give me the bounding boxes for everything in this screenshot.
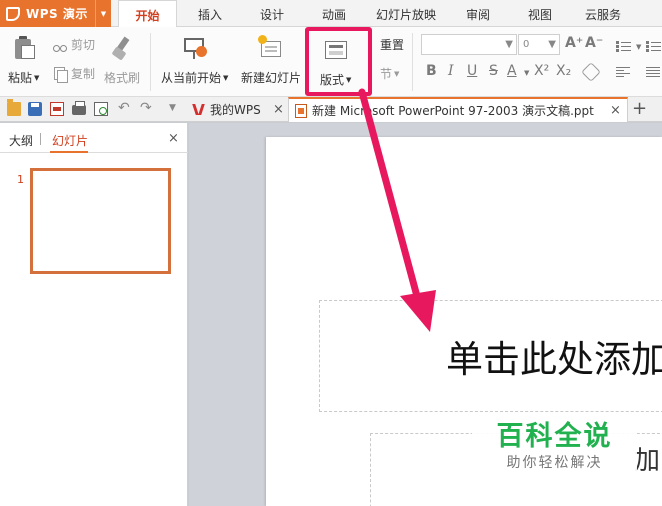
tab-view[interactable]: 视图 [518, 0, 562, 27]
paste-button[interactable]: 粘贴 ▼ [8, 35, 39, 86]
watermark-subtitle: 助你轻松解决 [506, 454, 603, 471]
chevron-down-icon: ▼ [34, 73, 40, 82]
doc-tab-label: 我的WPS [210, 103, 261, 117]
tab-slides[interactable]: 幻灯片 [52, 132, 88, 149]
bullet-list-icon[interactable] [616, 40, 632, 52]
export-pdf-icon[interactable] [50, 102, 64, 116]
undo-icon[interactable]: ↶ [118, 100, 130, 116]
app-name: WPS 演示 [26, 7, 88, 21]
align-center-icon[interactable] [646, 67, 660, 78]
active-tab-indicator [50, 151, 88, 153]
redo-icon[interactable]: ↷ [140, 100, 152, 116]
copy-button[interactable]: 复制 [53, 65, 96, 83]
copy-label: 复制 [71, 67, 96, 81]
save-icon[interactable] [28, 102, 42, 116]
menu-bar: WPS 演示 ▼ 开始 插入 设计 动画 幻灯片放映 审阅 视图 云服务 [0, 0, 662, 28]
layout-highlight [305, 27, 372, 96]
slide-thumbnail[interactable] [30, 168, 171, 274]
chevron-down-icon: ▼ [394, 69, 400, 78]
tab-cloud[interactable]: 云服务 [578, 0, 628, 27]
section-button[interactable]: 节 ▼ [380, 65, 399, 82]
format-painter-button[interactable]: 格式刷 [104, 35, 140, 86]
quick-access-bar: ↶ ↷ ▼ 我的WPS × 新建 Microsoft PowerPoint 97… [0, 97, 662, 122]
wps-icon [192, 103, 205, 116]
panel-tabs: 大纲 幻灯片 × [0, 123, 188, 153]
watermark: 百科全说 助你轻松解决 [472, 413, 637, 480]
tab-outline[interactable]: 大纲 [9, 132, 33, 149]
play-slideshow-icon [182, 35, 208, 61]
wps-logo-icon [6, 6, 20, 21]
tab-slideshow[interactable]: 幻灯片放映 [372, 0, 440, 27]
cut-button[interactable]: 剪切 [53, 36, 95, 53]
strikethrough-button[interactable]: S [489, 63, 498, 79]
shrink-font-button[interactable]: A⁻ [585, 35, 603, 51]
new-slide-icon [258, 35, 284, 61]
doc-tab-label: 新建 Microsoft PowerPoint 97-2003 演示文稿.ppt [312, 104, 594, 118]
clear-format-icon[interactable] [581, 62, 601, 82]
superscript-button[interactable]: X² [534, 63, 549, 79]
section-label: 节 [380, 67, 393, 81]
font-name-dropdown[interactable]: ▼ [421, 34, 517, 55]
slide-number: 1 [17, 173, 24, 186]
ppt-file-icon [295, 103, 307, 118]
font-color-button[interactable]: A [507, 63, 517, 79]
play-from-current-button[interactable]: 从当前开始 ▼ [161, 35, 228, 86]
copy-icon [53, 66, 68, 83]
close-icon[interactable]: × [273, 102, 284, 117]
doc-tab-presentation[interactable]: 新建 Microsoft PowerPoint 97-2003 演示文稿.ppt… [288, 97, 628, 122]
reset-label: 重置 [380, 38, 405, 52]
bold-button[interactable]: B [426, 63, 437, 79]
chevron-down-icon[interactable]: ▼ [636, 43, 641, 51]
scissors-icon [53, 38, 67, 52]
paste-label: 粘贴 [8, 71, 33, 85]
tab-review[interactable]: 审阅 [456, 0, 500, 27]
tab-design[interactable]: 设计 [250, 0, 294, 27]
brush-icon [109, 35, 135, 61]
subtitle-placeholder-text: 加 [634, 446, 661, 476]
chevron-down-icon[interactable]: ▼ [524, 69, 529, 77]
font-size-dropdown[interactable]: 0 ▼ [518, 34, 560, 55]
play-from-current-label: 从当前开始 [161, 71, 222, 85]
cut-label: 剪切 [71, 38, 96, 52]
format-painter-label: 格式刷 [104, 71, 141, 85]
new-slide-label: 新建幻灯片 [241, 71, 302, 85]
italic-button[interactable]: I [448, 63, 454, 79]
slides-panel: 大纲 幻灯片 × 1 [0, 123, 188, 506]
print-preview-icon[interactable] [94, 102, 108, 116]
chevron-down-icon: ▼ [505, 39, 513, 50]
close-panel-icon[interactable]: × [168, 131, 179, 146]
new-tab-icon[interactable]: + [632, 98, 647, 119]
underline-button[interactable]: U [467, 63, 477, 79]
numbered-list-icon[interactable] [646, 40, 662, 52]
chevron-down-icon: ▼ [223, 73, 229, 82]
subscript-button[interactable]: X₂ [556, 63, 571, 79]
doc-tab-my-wps[interactable]: 我的WPS × [186, 97, 288, 122]
tab-insert[interactable]: 插入 [188, 0, 232, 27]
watermark-title: 百科全说 [496, 420, 613, 452]
reset-button[interactable]: 重置 [380, 36, 404, 53]
group-divider [412, 33, 413, 91]
new-slide-button[interactable]: 新建幻灯片 [241, 35, 301, 86]
print-icon[interactable] [72, 101, 86, 115]
font-size-value: 0 [523, 39, 530, 50]
paste-icon [13, 35, 35, 61]
chevron-down-icon[interactable]: ▼ [169, 103, 176, 113]
chevron-down-icon[interactable]: ▼ [95, 0, 111, 27]
tab-animation[interactable]: 动画 [312, 0, 356, 27]
tab-divider [40, 133, 41, 145]
app-menu-button[interactable]: WPS 演示 ▼ [0, 0, 111, 27]
title-placeholder-text: 单击此处添加 [446, 338, 662, 381]
grow-font-button[interactable]: A⁺ [565, 35, 583, 51]
tab-home[interactable]: 开始 [118, 0, 177, 28]
open-folder-icon[interactable] [7, 99, 21, 116]
group-divider [150, 33, 151, 91]
close-icon[interactable]: × [610, 103, 621, 118]
align-left-icon[interactable] [616, 67, 630, 78]
chevron-down-icon: ▼ [548, 39, 556, 50]
